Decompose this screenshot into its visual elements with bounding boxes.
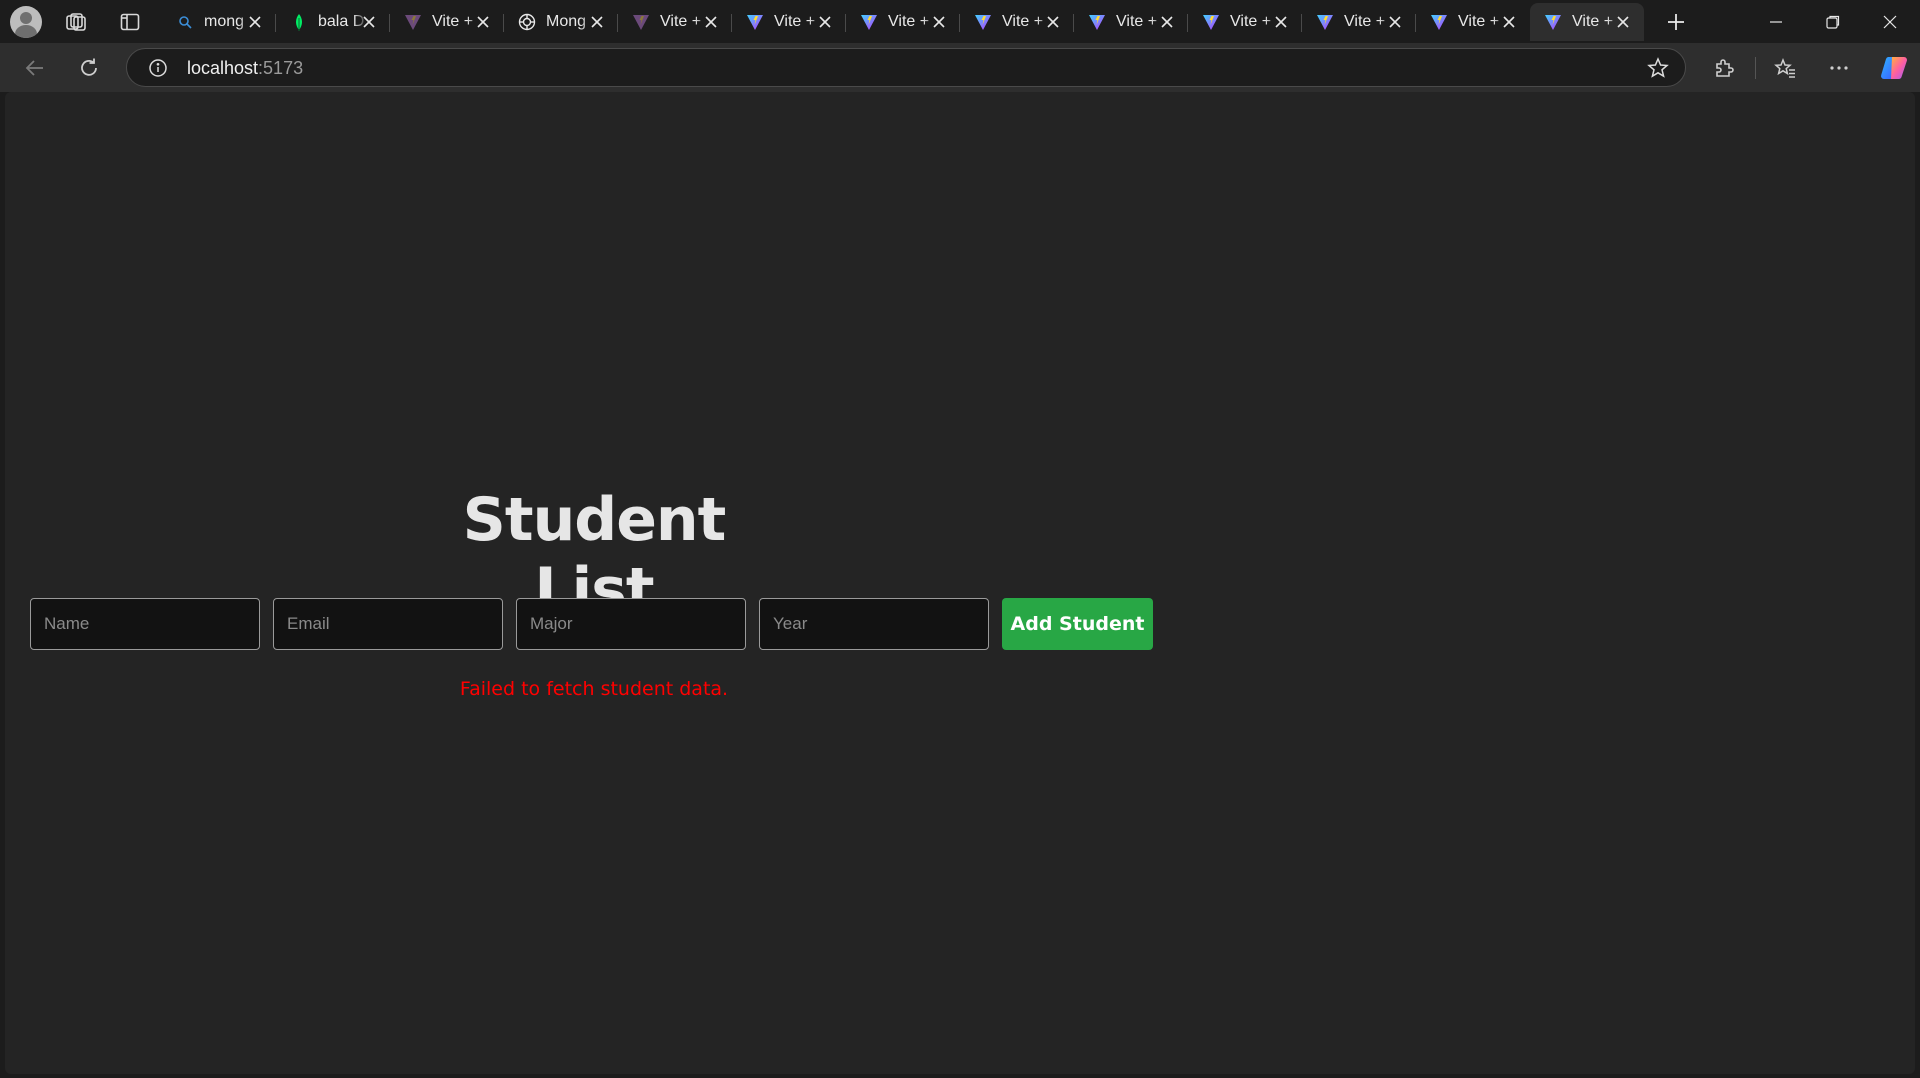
browser-tab[interactable]: Vite + — [1074, 3, 1188, 41]
vite-icon — [1088, 13, 1106, 31]
browser-tab[interactable]: Vite + — [1188, 3, 1302, 41]
browser-tab[interactable]: Vite + — [390, 3, 504, 41]
year-input[interactable] — [759, 598, 989, 650]
vite-icon — [746, 13, 764, 31]
browser-tab[interactable]: mong — [162, 3, 276, 41]
back-button-icon[interactable] — [20, 53, 50, 83]
search-icon — [176, 13, 194, 31]
close-window-icon[interactable] — [1862, 0, 1918, 43]
close-tab-icon[interactable] — [816, 13, 834, 31]
url-port: :5173 — [258, 58, 304, 78]
close-tab-icon[interactable] — [930, 13, 948, 31]
mongodb-leaf-icon — [290, 13, 308, 31]
tab-strip: mong bala D Vite + Mong Vite + Vite + Vite + Vi… — [0, 0, 1920, 43]
major-input[interactable] — [516, 598, 746, 650]
favorite-star-icon[interactable] — [1647, 57, 1669, 79]
email-input[interactable] — [273, 598, 503, 650]
close-tab-icon[interactable] — [1158, 13, 1176, 31]
restore-window-icon[interactable] — [1805, 0, 1861, 43]
vite-icon — [974, 13, 992, 31]
minimize-window-icon[interactable] — [1748, 0, 1804, 43]
browser-tab[interactable]: Vite + — [960, 3, 1074, 41]
address-bar[interactable]: localhost:5173 — [126, 48, 1686, 87]
close-tab-icon[interactable] — [360, 13, 378, 31]
vite-icon — [1430, 13, 1448, 31]
close-tab-icon[interactable] — [1386, 13, 1404, 31]
close-tab-icon[interactable] — [588, 13, 606, 31]
copilot-icon[interactable] — [1878, 52, 1910, 84]
browser-tab[interactable]: Vite + — [1302, 3, 1416, 41]
close-tab-icon[interactable] — [1614, 13, 1632, 31]
workspaces-icon[interactable] — [64, 10, 88, 34]
profile-avatar[interactable] — [10, 6, 42, 38]
vertical-tabs-icon[interactable] — [118, 10, 142, 34]
page-viewport: Student List Add Student Failed to fetch… — [5, 92, 1915, 1074]
browser-tab[interactable]: Vite + — [846, 3, 960, 41]
vite-icon — [1316, 13, 1334, 31]
browser-tab[interactable]: Mong — [504, 3, 618, 41]
browser-toolbar: localhost:5173 — [0, 43, 1920, 92]
reload-icon[interactable] — [74, 53, 104, 83]
close-tab-icon[interactable] — [1044, 13, 1062, 31]
name-input[interactable] — [30, 598, 260, 650]
new-tab-button[interactable] — [1662, 8, 1690, 36]
add-student-button[interactable]: Add Student — [1002, 598, 1153, 650]
favorites-icon[interactable] — [1770, 53, 1800, 83]
site-info-icon[interactable] — [147, 57, 169, 79]
more-options-icon[interactable] — [1824, 53, 1854, 83]
browser-tab[interactable]: Vite + — [618, 3, 732, 41]
close-tab-icon[interactable] — [474, 13, 492, 31]
url-host: localhost — [187, 58, 259, 78]
profile-body-shape — [15, 25, 37, 38]
close-tab-icon[interactable] — [1500, 13, 1518, 31]
vite-icon — [632, 13, 650, 31]
browser-tab[interactable]: bala D — [276, 3, 390, 41]
close-tab-icon[interactable] — [702, 13, 720, 31]
browser-tab[interactable]: Vite + — [732, 3, 846, 41]
browser-tab-active[interactable]: Vite + — [1530, 3, 1644, 41]
close-tab-icon[interactable] — [1272, 13, 1290, 31]
profile-head-shape — [20, 12, 32, 24]
error-message: Failed to fetch student data. — [459, 678, 729, 700]
tab-list: mong bala D Vite + Mong Vite + Vite + Vite + Vi… — [162, 3, 1644, 41]
vite-icon — [404, 13, 422, 31]
add-student-form: Add Student — [30, 598, 1153, 650]
vite-icon — [1544, 13, 1562, 31]
toolbar-divider — [1755, 57, 1756, 79]
openai-icon — [518, 13, 536, 31]
vite-icon — [860, 13, 878, 31]
url-text[interactable]: localhost:5173 — [187, 58, 303, 79]
vite-icon — [1202, 13, 1220, 31]
close-tab-icon[interactable] — [246, 13, 264, 31]
browser-tab[interactable]: Vite + — [1416, 3, 1530, 41]
extensions-icon[interactable] — [1709, 53, 1739, 83]
